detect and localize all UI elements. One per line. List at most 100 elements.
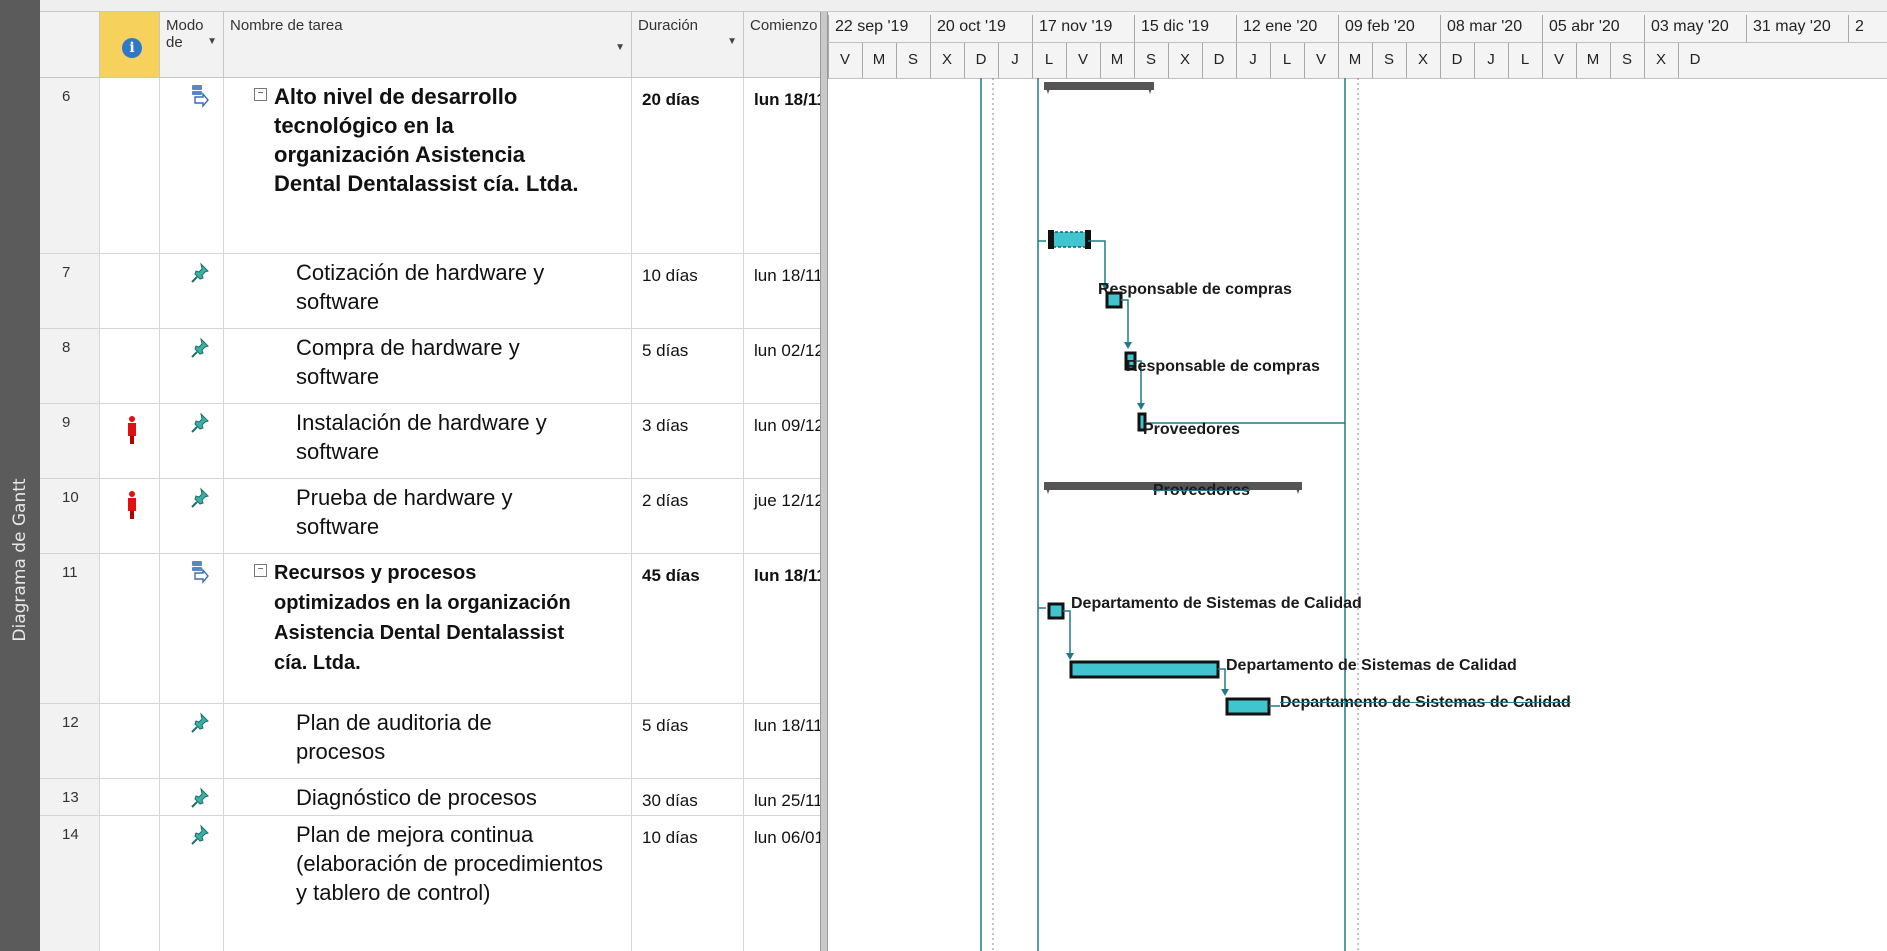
timescale-tick (1134, 43, 1135, 78)
name-cell[interactable]: Compra de hardware y software (224, 329, 632, 403)
duration-cell[interactable]: 20 días (632, 78, 744, 253)
table-row[interactable]: 11 − Recursos y procesos optimizados en … (40, 554, 860, 704)
row-id: 7 (62, 264, 71, 281)
table-row[interactable]: 7 Cotización de hardware y software 10 d… (40, 254, 860, 329)
row-id-cell[interactable]: 11 (40, 554, 100, 703)
timescale-day: M (1348, 51, 1362, 68)
duration-cell[interactable]: 45 días (632, 554, 744, 703)
duration-cell[interactable]: 30 días (632, 779, 744, 815)
table-row[interactable]: 13 Diagnóstico de procesos 30 días lun 2… (40, 779, 860, 816)
collapse-toggle[interactable]: − (254, 564, 267, 577)
mode-cell[interactable] (160, 78, 224, 253)
task-duration: 10 días (642, 266, 698, 285)
row-id-cell[interactable]: 7 (40, 254, 100, 328)
resource-label: Responsable de compras (1098, 281, 1292, 298)
task-duration: 10 días (642, 828, 698, 847)
timescale-day: J (1011, 51, 1019, 68)
row-id-cell[interactable]: 10 (40, 479, 100, 553)
row-id-cell[interactable]: 9 (40, 404, 100, 478)
table-row[interactable]: 9 Instalación de hardware y software 3 d… (40, 404, 860, 479)
chevron-down-icon[interactable]: ▼ (615, 42, 625, 53)
gantt-chart-pane[interactable]: 22 sep '19 20 oct '19 17 nov '19 15 dic … (828, 12, 1887, 951)
pane-splitter[interactable] (820, 12, 828, 951)
timescale-month: 12 ene '20 (1243, 18, 1318, 35)
task-name: Recursos y procesos optimizados en la or… (274, 562, 571, 674)
row-id: 13 (62, 789, 79, 806)
name-cell[interactable]: Plan de auditoria de procesos (224, 704, 632, 778)
name-cell[interactable]: Instalación de hardware y software (224, 404, 632, 478)
timescale-tick (930, 15, 931, 42)
mode-cell[interactable] (160, 816, 224, 951)
mode-cell[interactable] (160, 404, 224, 478)
name-cell[interactable]: Plan de mejora continua (elaboración de … (224, 816, 632, 951)
indicator-cell (100, 554, 160, 703)
task-name: Plan de auditoria de procesos (296, 710, 492, 764)
task-duration: 45 días (642, 566, 700, 585)
duration-cell[interactable]: 2 días (632, 479, 744, 553)
mode-cell[interactable] (160, 779, 224, 815)
mode-column-header[interactable]: Modo de ▼ (160, 12, 224, 78)
row-id-cell[interactable]: 6 (40, 78, 100, 253)
task-bar (1225, 697, 1271, 716)
timescale-tick (1610, 43, 1611, 78)
name-cell[interactable]: Cotización de hardware y software (224, 254, 632, 328)
timescale-month: 15 dic '19 (1141, 18, 1209, 35)
timescale-tick (896, 43, 897, 78)
duration-cell[interactable]: 5 días (632, 704, 744, 778)
mode-cell[interactable] (160, 704, 224, 778)
mode-cell[interactable] (160, 329, 224, 403)
timescale-tick (1168, 43, 1169, 78)
view-bar[interactable]: Diagrama de Gantt (0, 0, 40, 951)
select-all-corner[interactable] (40, 12, 100, 78)
task-duration: 20 días (642, 90, 700, 109)
table-row[interactable]: 6 − Alto nivel de desarrollo tecnológico… (40, 78, 860, 254)
resource-overallocated-icon[interactable] (128, 491, 136, 519)
timescale-day: V (839, 51, 850, 68)
row-id-cell[interactable]: 8 (40, 329, 100, 403)
duration-cell[interactable]: 3 días (632, 404, 744, 478)
row-id-cell[interactable]: 14 (40, 816, 100, 951)
name-column-header[interactable]: Nombre de tarea ▼ (224, 12, 632, 78)
name-cell[interactable]: − Alto nivel de desarrollo tecnológico e… (224, 78, 632, 253)
table-row[interactable]: 8 Compra de hardware y software 5 días l… (40, 329, 860, 404)
timescale-day: L (1520, 51, 1530, 68)
name-cell[interactable]: − Recursos y procesos optimizados en la … (224, 554, 632, 703)
duration-cell[interactable]: 10 días (632, 254, 744, 328)
name-cell[interactable]: Prueba de hardware y software (224, 479, 632, 553)
chevron-down-icon[interactable]: ▼ (207, 36, 217, 47)
indicators-column-header[interactable]: i (100, 12, 160, 78)
task-duration: 30 días (642, 791, 698, 810)
timescale-month: 03 may '20 (1651, 18, 1729, 35)
timescale-major: 22 sep '19 20 oct '19 17 nov '19 15 dic … (828, 12, 1887, 43)
name-cell[interactable]: Diagnóstico de procesos (224, 779, 632, 815)
table-row[interactable]: 12 Plan de auditoria de procesos 5 días … (40, 704, 860, 779)
mode-cell[interactable] (160, 254, 224, 328)
timescale-day: J (1249, 51, 1257, 68)
manual-schedule-pin-icon (191, 412, 209, 433)
resource-overallocated-icon[interactable] (128, 416, 136, 444)
duration-column-header[interactable]: Duración ▼ (632, 12, 744, 78)
timescale-day: M (872, 51, 886, 68)
mode-cell[interactable] (160, 554, 224, 703)
indicator-cell[interactable] (100, 479, 160, 553)
timescale-tick (862, 43, 863, 78)
mode-column-label: Modo de (166, 17, 204, 51)
timescale-tick (828, 43, 829, 78)
timescale-minor: V M S X D J L V M S X D J L V M S X D J … (828, 43, 1887, 79)
chevron-down-icon[interactable]: ▼ (727, 36, 737, 47)
mode-cell[interactable] (160, 479, 224, 553)
timescale-month: 20 oct '19 (937, 18, 1006, 35)
duration-cell[interactable]: 5 días (632, 329, 744, 403)
name-column-label: Nombre de tarea (230, 17, 343, 34)
summary-bar (1044, 82, 1154, 94)
timescale-month: 08 mar '20 (1447, 18, 1523, 35)
row-id-cell[interactable]: 13 (40, 779, 100, 815)
collapse-toggle[interactable]: − (254, 88, 267, 101)
timescale-tick (1474, 43, 1475, 78)
task-duration: 5 días (642, 716, 689, 735)
duration-cell[interactable]: 10 días (632, 816, 744, 951)
indicator-cell[interactable] (100, 404, 160, 478)
row-id-cell[interactable]: 12 (40, 704, 100, 778)
table-row[interactable]: 14 Plan de mejora continua (elaboración … (40, 816, 860, 951)
table-row[interactable]: 10 Prueba de hardware y software 2 días … (40, 479, 860, 554)
